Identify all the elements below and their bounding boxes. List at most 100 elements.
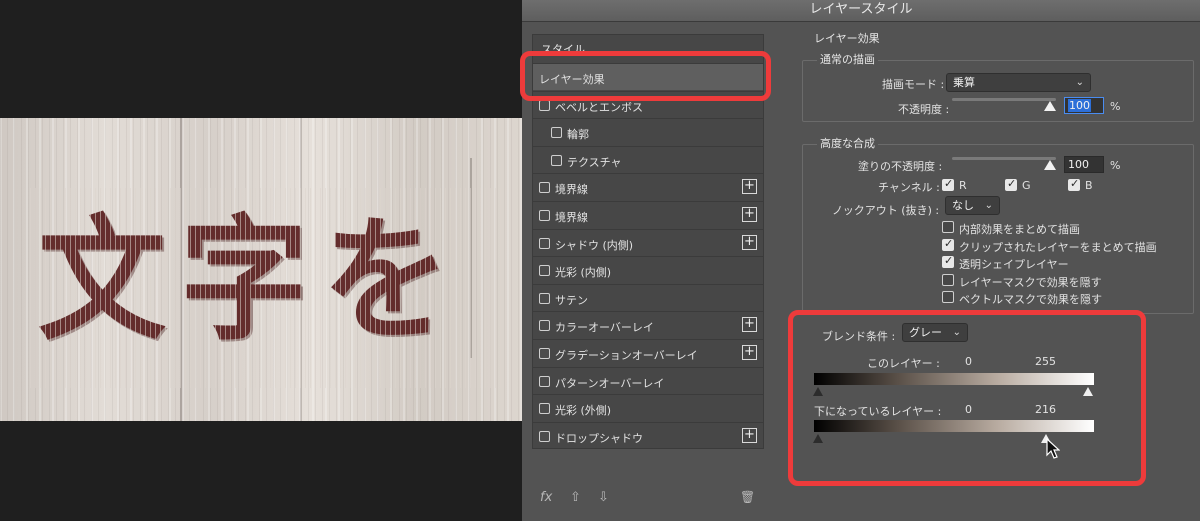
advanced-option-checkbox[interactable] (942, 254, 954, 269)
advanced-option-label: 透明シェイプレイヤー (959, 258, 1069, 272)
style-item[interactable]: サテン (533, 283, 763, 311)
style-item[interactable]: 光彩 (外側) (533, 394, 763, 421)
channel-b-label: B (1085, 179, 1093, 192)
style-item-checkbox[interactable] (539, 430, 550, 442)
style-item[interactable]: ベベルとエンボス (533, 90, 763, 118)
advanced-option-label: 内部効果をまとめて描画 (959, 223, 1080, 236)
style-item-checkbox[interactable] (539, 403, 550, 415)
add-effect-icon[interactable]: + (742, 234, 757, 250)
layer-style-dialog: レイヤースタイル スタイル レイヤー効果 ベベルとエンボス 輪郭 テクスチャ 境界線 + 境… (520, 0, 1200, 521)
style-item-checkbox[interactable] (539, 375, 550, 387)
style-item-checkbox[interactable] (539, 182, 550, 194)
advanced-option-label: レイヤーマスクで効果を隠す (959, 275, 1102, 289)
opacity-unit: % (1110, 100, 1121, 113)
opacity-slider-thumb[interactable] (1044, 101, 1056, 111)
blend-if-value: グレー (909, 326, 942, 339)
move-up-icon[interactable]: ⇧ (570, 490, 581, 505)
channel-g-label: G (1022, 179, 1031, 192)
style-item[interactable]: 境界線 + (533, 173, 763, 200)
style-item[interactable]: グラデーションオーバーレイ + (533, 339, 763, 366)
style-item[interactable]: 境界線 + (533, 201, 763, 228)
blend-mode-select[interactable]: 乗算 ⌄ (946, 73, 1091, 92)
style-list-footer: fx ⇧ ⇩ 🗑 (532, 488, 764, 512)
style-item-label: サテン (555, 293, 588, 307)
style-item[interactable]: 光彩 (内側) (533, 256, 763, 283)
fx-icon[interactable]: fx (540, 490, 552, 505)
channels-label: チャンネル : (878, 181, 940, 194)
knockout-value: なし (952, 199, 974, 212)
style-item[interactable]: パターンオーバーレイ (533, 366, 763, 394)
style-item-label: ドロップシャドウ (555, 431, 643, 445)
channel-r-label: R (959, 179, 967, 192)
fill-opacity-label: 塗りの不透明度 : (858, 160, 943, 173)
channel-b-checkbox[interactable] (1068, 177, 1080, 191)
move-down-icon[interactable]: ⇩ (598, 490, 609, 505)
style-item-label: 境界線 (555, 211, 588, 224)
style-item[interactable]: カラーオーバーレイ + (533, 311, 763, 338)
style-item-label: 境界線 (555, 183, 588, 197)
blend-mode-value: 乗算 (953, 76, 975, 89)
chevron-down-icon: ⌄ (984, 200, 993, 211)
style-item-checkbox[interactable] (539, 348, 550, 359)
opacity-label: 不透明度 : (898, 103, 950, 116)
add-effect-icon[interactable]: + (742, 179, 757, 195)
add-effect-icon[interactable]: + (742, 317, 757, 333)
style-item[interactable]: ドロップシャドウ + (533, 421, 763, 449)
mouse-cursor-icon (1046, 438, 1060, 459)
fill-opacity-input[interactable]: 100 (1064, 156, 1104, 173)
style-item-label: ベベルとエンボス (555, 100, 643, 114)
add-effect-icon[interactable]: + (742, 427, 757, 443)
artwork-text: 文字を (38, 202, 465, 360)
advanced-option-checkbox[interactable] (942, 221, 954, 233)
style-item-checkbox[interactable] (539, 210, 550, 221)
underlying-layer-label: 下になっているレイヤー : (814, 405, 942, 418)
advanced-option-checkbox[interactable] (942, 237, 954, 251)
this-layer-max: 255 (1035, 355, 1056, 368)
underlying-layer-max: 216 (1035, 403, 1056, 416)
advanced-blend-title: 高度な合成 (817, 135, 878, 151)
style-item-checkbox[interactable] (539, 99, 550, 111)
this-layer-black-slider[interactable] (813, 387, 823, 396)
style-list-header[interactable]: スタイル (541, 41, 585, 57)
style-item[interactable]: シャドウ (内側) + (533, 228, 763, 256)
style-item-label: パターンオーバーレイ (555, 376, 665, 390)
fill-opacity-slider-track[interactable] (952, 157, 1056, 160)
style-item[interactable]: レイヤー効果 (533, 63, 763, 90)
add-effect-icon[interactable]: + (742, 207, 757, 222)
style-item-label: 光彩 (外側) (555, 404, 612, 418)
fill-opacity-unit: % (1110, 159, 1121, 172)
style-item-checkbox[interactable] (551, 127, 562, 139)
this-layer-white-slider[interactable] (1083, 387, 1093, 396)
knockout-select[interactable]: なし ⌄ (945, 196, 1000, 215)
channel-r-checkbox[interactable] (942, 177, 954, 191)
opacity-input[interactable]: 100 (1064, 97, 1104, 114)
style-item-checkbox[interactable] (539, 237, 550, 249)
layer-effects-section-title: レイヤー効果 (814, 32, 880, 45)
underlying-layer-black-slider[interactable] (813, 434, 823, 443)
blend-mode-label: 描画モード : (882, 78, 945, 91)
opacity-slider-track[interactable] (952, 98, 1056, 101)
this-layer-min: 0 (965, 355, 972, 368)
advanced-option-checkbox[interactable] (942, 273, 954, 286)
channel-g-checkbox[interactable] (1005, 177, 1017, 191)
style-item-checkbox[interactable] (539, 265, 550, 277)
style-item[interactable]: 輪郭 (533, 118, 763, 145)
style-item[interactable]: テクスチャ (533, 145, 763, 173)
normal-blend-title: 通常の描画 (817, 51, 878, 67)
chevron-down-icon: ⌄ (952, 327, 961, 338)
fill-opacity-slider-thumb[interactable] (1044, 160, 1056, 170)
blend-if-select[interactable]: グレー ⌄ (902, 323, 968, 342)
style-item-checkbox[interactable] (539, 320, 550, 332)
underlying-layer-min: 0 (965, 403, 972, 416)
style-item-label: グラデーションオーバーレイ (555, 349, 698, 362)
knockout-label: ノックアウト (抜き) : (832, 204, 940, 217)
advanced-option-checkbox[interactable] (942, 291, 954, 304)
style-item-checkbox[interactable] (551, 154, 562, 166)
blend-if-label: ブレンド条件 : (822, 330, 896, 343)
artwork-canvas: 文字を (0, 118, 522, 421)
style-item-checkbox[interactable] (539, 292, 550, 304)
style-item-label: テクスチャ (567, 155, 622, 169)
add-effect-icon[interactable]: + (742, 345, 757, 360)
trash-icon[interactable]: 🗑 (740, 490, 755, 504)
screen: 文字を レイヤースタイル スタイル レイヤー効果 ベベルとエンボス 輪郭 テクスチャ境… (0, 0, 1200, 521)
